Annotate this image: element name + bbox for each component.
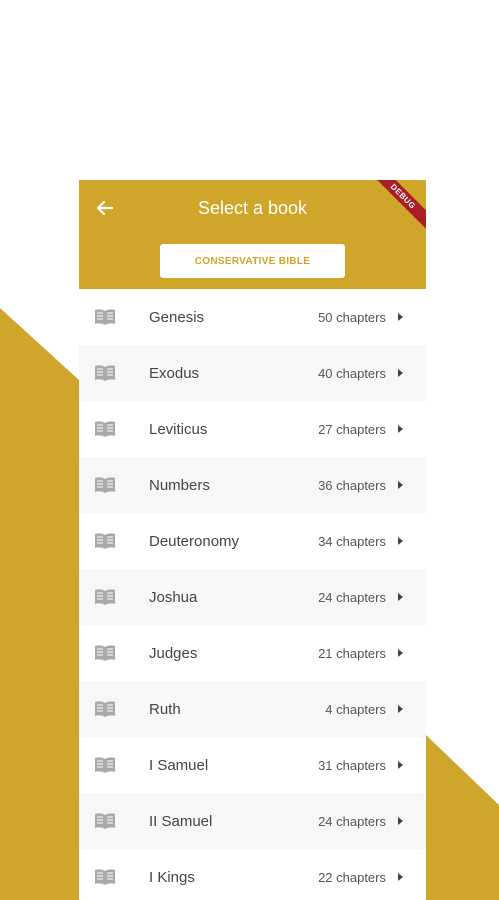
- book-row[interactable]: II Samuel 24 chapters: [79, 793, 426, 849]
- chevron-right-icon: [398, 369, 403, 377]
- book-row[interactable]: I Samuel 31 chapters: [79, 737, 426, 793]
- book-row[interactable]: Judges 21 chapters: [79, 625, 426, 681]
- chevron-right-icon: [398, 425, 403, 433]
- book-open-icon: [95, 365, 115, 381]
- book-open-icon: [95, 757, 115, 773]
- book-open-icon: [95, 645, 115, 661]
- book-row[interactable]: Leviticus 27 chapters: [79, 401, 426, 457]
- book-name: Deuteronomy: [149, 532, 240, 550]
- chevron-right-icon: [398, 593, 403, 601]
- chapter-count: 24 chapters: [318, 589, 386, 605]
- book-name: Joshua: [149, 588, 198, 606]
- book-name: II Samuel: [149, 812, 213, 830]
- chevron-right-icon: [398, 537, 403, 545]
- book-open-icon: [95, 589, 115, 605]
- book-name: Numbers: [149, 476, 210, 494]
- chapter-count: 31 chapters: [318, 757, 386, 773]
- book-open-icon: [95, 533, 115, 549]
- book-name: Leviticus: [149, 420, 208, 438]
- book-name: Judges: [149, 644, 198, 662]
- book-open-icon: [95, 701, 115, 717]
- book-row[interactable]: Deuteronomy 34 chapters: [79, 513, 426, 569]
- chapter-count: 21 chapters: [318, 645, 386, 661]
- chevron-right-icon: [398, 313, 403, 321]
- book-row[interactable]: Joshua 24 chapters: [79, 569, 426, 625]
- chapter-count: 36 chapters: [318, 477, 386, 493]
- book-row[interactable]: Exodus 40 chapters: [79, 345, 426, 401]
- book-open-icon: [95, 421, 115, 437]
- book-name: Exodus: [149, 364, 200, 382]
- bible-version-button[interactable]: CONSERVATIVE BIBLE: [160, 244, 345, 278]
- chapter-count: 22 chapters: [318, 869, 386, 885]
- chapter-count: 24 chapters: [318, 813, 386, 829]
- book-name: I Kings: [149, 868, 195, 886]
- book-open-icon: [95, 477, 115, 493]
- book-row[interactable]: Ruth 4 chapters: [79, 681, 426, 737]
- book-name: Ruth: [149, 700, 181, 718]
- chevron-right-icon: [398, 817, 403, 825]
- app-bar: Select a book DEBUG CONSERVATIVE BIBLE: [79, 180, 426, 289]
- chapter-count: 34 chapters: [318, 533, 386, 549]
- chevron-right-icon: [398, 705, 403, 713]
- app-screen: Select a book DEBUG CONSERVATIVE BIBLE G…: [79, 180, 426, 900]
- chapter-count: 27 chapters: [318, 421, 386, 437]
- book-list: Genesis 50 chapters Exodus 40 chapters L…: [79, 289, 426, 900]
- book-open-icon: [95, 813, 115, 829]
- page-title: Select a book: [197, 198, 308, 218]
- chapter-count: 40 chapters: [318, 365, 386, 381]
- chevron-right-icon: [398, 649, 403, 657]
- chapter-count: 4 chapters: [325, 701, 386, 717]
- chevron-right-icon: [398, 873, 403, 881]
- book-open-icon: [95, 869, 115, 885]
- book-open-icon: [95, 309, 115, 325]
- book-name: Genesis: [149, 308, 205, 326]
- chevron-right-icon: [398, 481, 403, 489]
- book-row[interactable]: Genesis 50 chapters: [79, 289, 426, 345]
- book-row[interactable]: I Kings 22 chapters: [79, 849, 426, 900]
- book-row[interactable]: Numbers 36 chapters: [79, 457, 426, 513]
- chevron-right-icon: [398, 761, 403, 769]
- chapter-count: 50 chapters: [318, 309, 386, 325]
- book-name: I Samuel: [149, 756, 209, 774]
